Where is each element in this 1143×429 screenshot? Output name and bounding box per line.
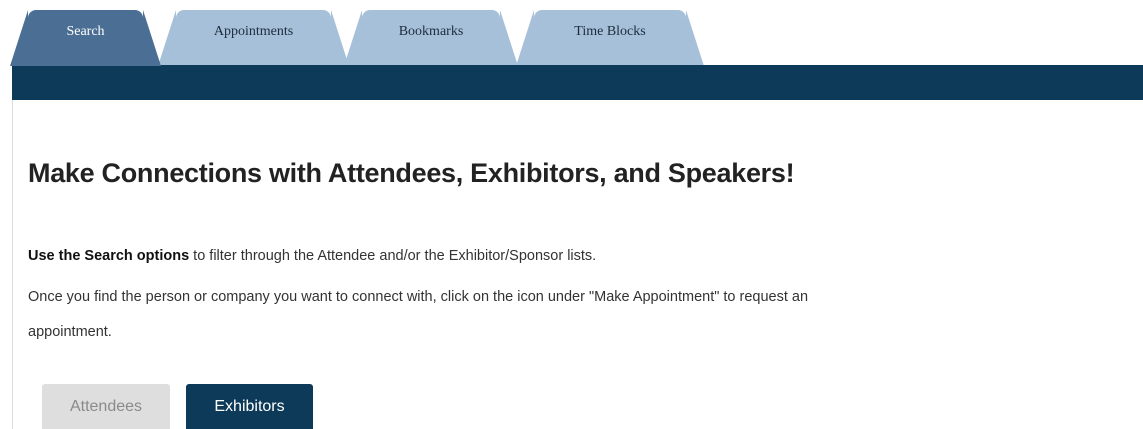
content-panel bbox=[12, 100, 1143, 429]
exhibitors-button[interactable]: Exhibitors bbox=[186, 384, 313, 429]
tab-bar: Time Blocks Bookmarks Appointments Searc… bbox=[0, 0, 1143, 66]
instruction-line: Once you find the person or company you … bbox=[28, 289, 809, 305]
tab-edge bbox=[500, 10, 518, 66]
tab-appointments[interactable]: Appointments bbox=[158, 10, 349, 66]
tab-label: Bookmarks bbox=[398, 24, 464, 39]
page-title: Make Connections with Attendees, Exhibit… bbox=[28, 158, 795, 188]
tab-search[interactable]: Search bbox=[10, 10, 161, 66]
tab-edge bbox=[10, 10, 28, 66]
instruction-line-continued: appointment. bbox=[28, 324, 112, 340]
tab-time-blocks[interactable]: Time Blocks bbox=[516, 10, 704, 66]
intro-text: to filter through the Attendee and/or th… bbox=[189, 248, 597, 264]
attendees-button[interactable]: Attendees bbox=[42, 384, 170, 429]
header-band bbox=[12, 65, 1143, 100]
tab-edge bbox=[331, 10, 349, 66]
intro-line: Use the Search options to filter through… bbox=[28, 248, 596, 264]
tab-label: Appointments bbox=[213, 24, 294, 39]
tab-edge bbox=[516, 10, 534, 66]
tab-label: Time Blocks bbox=[574, 24, 646, 39]
tab-edge bbox=[143, 10, 161, 66]
tab-bookmarks[interactable]: Bookmarks bbox=[344, 10, 518, 66]
tab-label: Search bbox=[66, 24, 105, 39]
intro-bold-text: Use the Search options bbox=[28, 248, 190, 264]
tab-edge bbox=[686, 10, 704, 66]
